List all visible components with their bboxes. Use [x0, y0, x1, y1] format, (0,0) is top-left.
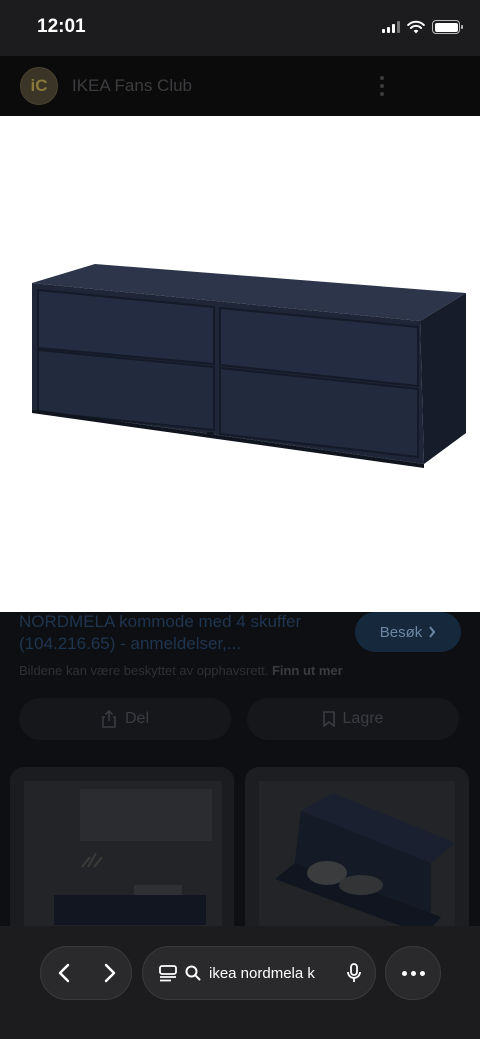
browser-toolbar: ikea nordmela k — [0, 926, 480, 1039]
chevron-right-icon — [104, 963, 116, 983]
microphone-icon[interactable] — [347, 963, 361, 983]
address-bar[interactable]: ikea nordmela k — [142, 946, 376, 1000]
wifi-icon — [407, 20, 425, 34]
visit-button-label: Besøk — [379, 623, 423, 641]
back-button[interactable] — [41, 947, 87, 999]
share-button[interactable]: Del — [19, 698, 231, 740]
save-button[interactable]: Lagre — [247, 698, 459, 740]
battery-icon — [432, 20, 463, 34]
more-dot — [401, 970, 407, 976]
share-icon — [102, 710, 116, 728]
search-icon — [185, 965, 201, 981]
reader-mode-icon[interactable] — [159, 964, 177, 982]
product-image[interactable] — [0, 116, 480, 612]
result-details: NORDMELA kommode med 4 skuffer (104.216.… — [0, 612, 480, 932]
copyright-text: Bildene kan være beskyttet av opphavsret… — [19, 663, 269, 678]
chevron-left-icon — [58, 963, 70, 983]
status-time: 12:01 — [37, 16, 86, 37]
chevron-right-icon — [429, 626, 436, 638]
site-header: iC IKEA Fans Club — [0, 56, 480, 116]
learn-more-link[interactable]: Finn ut mer — [272, 663, 343, 678]
result-title[interactable]: NORDMELA kommode med 4 skuffer (104.216.… — [19, 612, 349, 655]
visit-button[interactable]: Besøk — [355, 612, 461, 652]
related-image-1[interactable] — [10, 767, 234, 932]
save-label: Lagre — [342, 710, 384, 727]
room-thumbnail — [10, 767, 234, 932]
more-vertical-icon[interactable] — [378, 73, 386, 99]
drawer-thumbnail — [245, 767, 469, 932]
bookmark-icon — [322, 711, 335, 727]
forward-button[interactable] — [87, 947, 133, 999]
cellular-signal-icon — [382, 21, 400, 33]
status-bar: 12:01 — [0, 0, 480, 56]
copyright-notice: Bildene kan være beskyttet av opphavsret… — [19, 663, 343, 678]
share-label: Del — [124, 710, 149, 727]
address-text: ikea nordmela k — [209, 964, 315, 982]
status-icons — [382, 20, 463, 34]
navigation-group — [40, 946, 132, 1000]
more-options-button[interactable] — [385, 946, 441, 1000]
more-dot — [410, 970, 416, 976]
more-dot — [419, 970, 425, 976]
site-title[interactable]: IKEA Fans Club — [72, 76, 192, 96]
related-image-2[interactable] — [245, 767, 469, 932]
dresser-illustration — [32, 264, 466, 468]
site-logo[interactable]: iC — [20, 67, 58, 105]
